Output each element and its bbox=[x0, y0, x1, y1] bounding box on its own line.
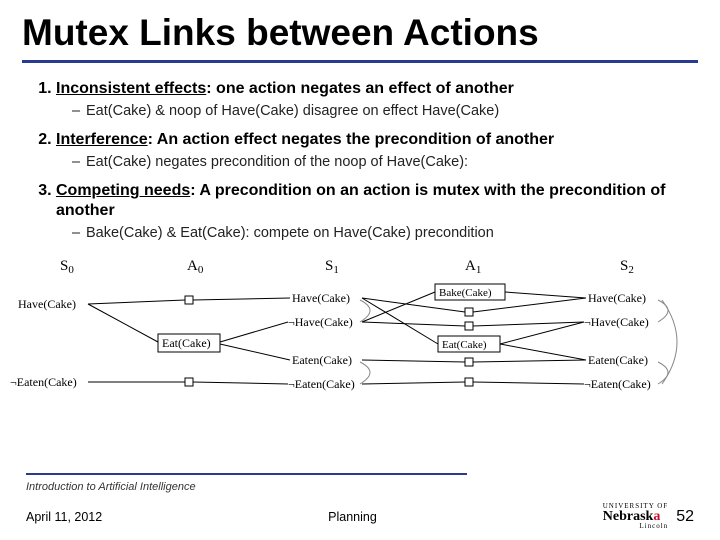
planning-graph-diagram: S0 A0 S1 A1 S2 Have(Cake) ¬Eaten(Cake) E… bbox=[10, 256, 710, 411]
footer-date: April 11, 2012 bbox=[26, 510, 102, 524]
footer-course: Introduction to Artificial Intelligence bbox=[26, 481, 694, 493]
item-2-sub-text: Eat(Cake) negates precondition of the no… bbox=[86, 154, 468, 170]
item-3: Competing needs: A precondition on an ac… bbox=[56, 181, 694, 250]
footer-rule bbox=[26, 473, 467, 475]
noop-box-2 bbox=[185, 378, 193, 386]
content-area: Inconsistent effects: one action negates… bbox=[0, 63, 720, 250]
diagram-svg: S0 A0 S1 A1 S2 Have(Cake) ¬Eaten(Cake) E… bbox=[10, 256, 710, 406]
item-1: Inconsistent effects: one action negates… bbox=[56, 79, 694, 128]
eat-cake-a0-label: Eat(Cake) bbox=[162, 336, 211, 350]
item-2-sub: –Eat(Cake) negates precondition of the n… bbox=[56, 150, 694, 179]
item-3-sub-text: Bake(Cake) & Eat(Cake): compete on Have(… bbox=[86, 225, 494, 241]
s2-have: Have(Cake) bbox=[588, 291, 646, 305]
noop-a1-4 bbox=[465, 378, 473, 386]
eat-cake-a1-label: Eat(Cake) bbox=[442, 339, 487, 351]
svg-text:S2: S2 bbox=[620, 258, 634, 276]
noop-box bbox=[185, 296, 193, 304]
s1-have: Have(Cake) bbox=[292, 291, 350, 305]
s1-noteaten: ¬Eaten(Cake) bbox=[288, 377, 355, 391]
item-2-rest: : An action effect negates the precondit… bbox=[148, 131, 555, 148]
logo-sub: Lincoln bbox=[603, 523, 668, 530]
slide-title: Mutex Links between Actions bbox=[0, 0, 720, 56]
noop-a1-2 bbox=[465, 322, 473, 330]
nebraska-logo: UNIVERSITY OF Nebraska Lincoln bbox=[603, 503, 668, 530]
noop-a1-1 bbox=[465, 308, 473, 316]
item-2: Interference: An action effect negates t… bbox=[56, 130, 694, 179]
s1-eaten: Eaten(Cake) bbox=[292, 353, 352, 367]
main-list: Inconsistent effects: one action negates… bbox=[26, 79, 694, 250]
s1-nothave: ¬Have(Cake) bbox=[288, 315, 353, 329]
item-1-sub: –Eat(Cake) & noop of Have(Cake) disagree… bbox=[56, 99, 694, 128]
footer: Introduction to Artificial Intelligence … bbox=[0, 473, 720, 530]
footer-topic: Planning bbox=[328, 510, 377, 524]
s2-noteaten: ¬Eaten(Cake) bbox=[584, 377, 651, 391]
svg-text:S0: S0 bbox=[60, 258, 74, 276]
s0-have: Have(Cake) bbox=[18, 297, 76, 311]
item-2-term: Interference bbox=[56, 131, 148, 148]
s2-eaten: Eaten(Cake) bbox=[588, 353, 648, 367]
item-1-rest: : one action negates an effect of anothe… bbox=[206, 80, 514, 97]
bake-cake-a1-label: Bake(Cake) bbox=[439, 287, 492, 299]
item-3-sub: –Bake(Cake) & Eat(Cake): compete on Have… bbox=[56, 221, 694, 250]
svg-text:S1: S1 bbox=[325, 258, 339, 276]
s2-nothave: ¬Have(Cake) bbox=[584, 315, 649, 329]
item-3-term: Competing needs bbox=[56, 182, 190, 199]
s0-noteaten: ¬Eaten(Cake) bbox=[10, 375, 77, 389]
svg-text:A0: A0 bbox=[187, 258, 204, 276]
item-1-term: Inconsistent effects bbox=[56, 80, 206, 97]
noop-a1-3 bbox=[465, 358, 473, 366]
item-1-sub-text: Eat(Cake) & noop of Have(Cake) disagree … bbox=[86, 103, 499, 119]
svg-text:A1: A1 bbox=[465, 258, 481, 276]
page-number: 52 bbox=[676, 508, 694, 526]
